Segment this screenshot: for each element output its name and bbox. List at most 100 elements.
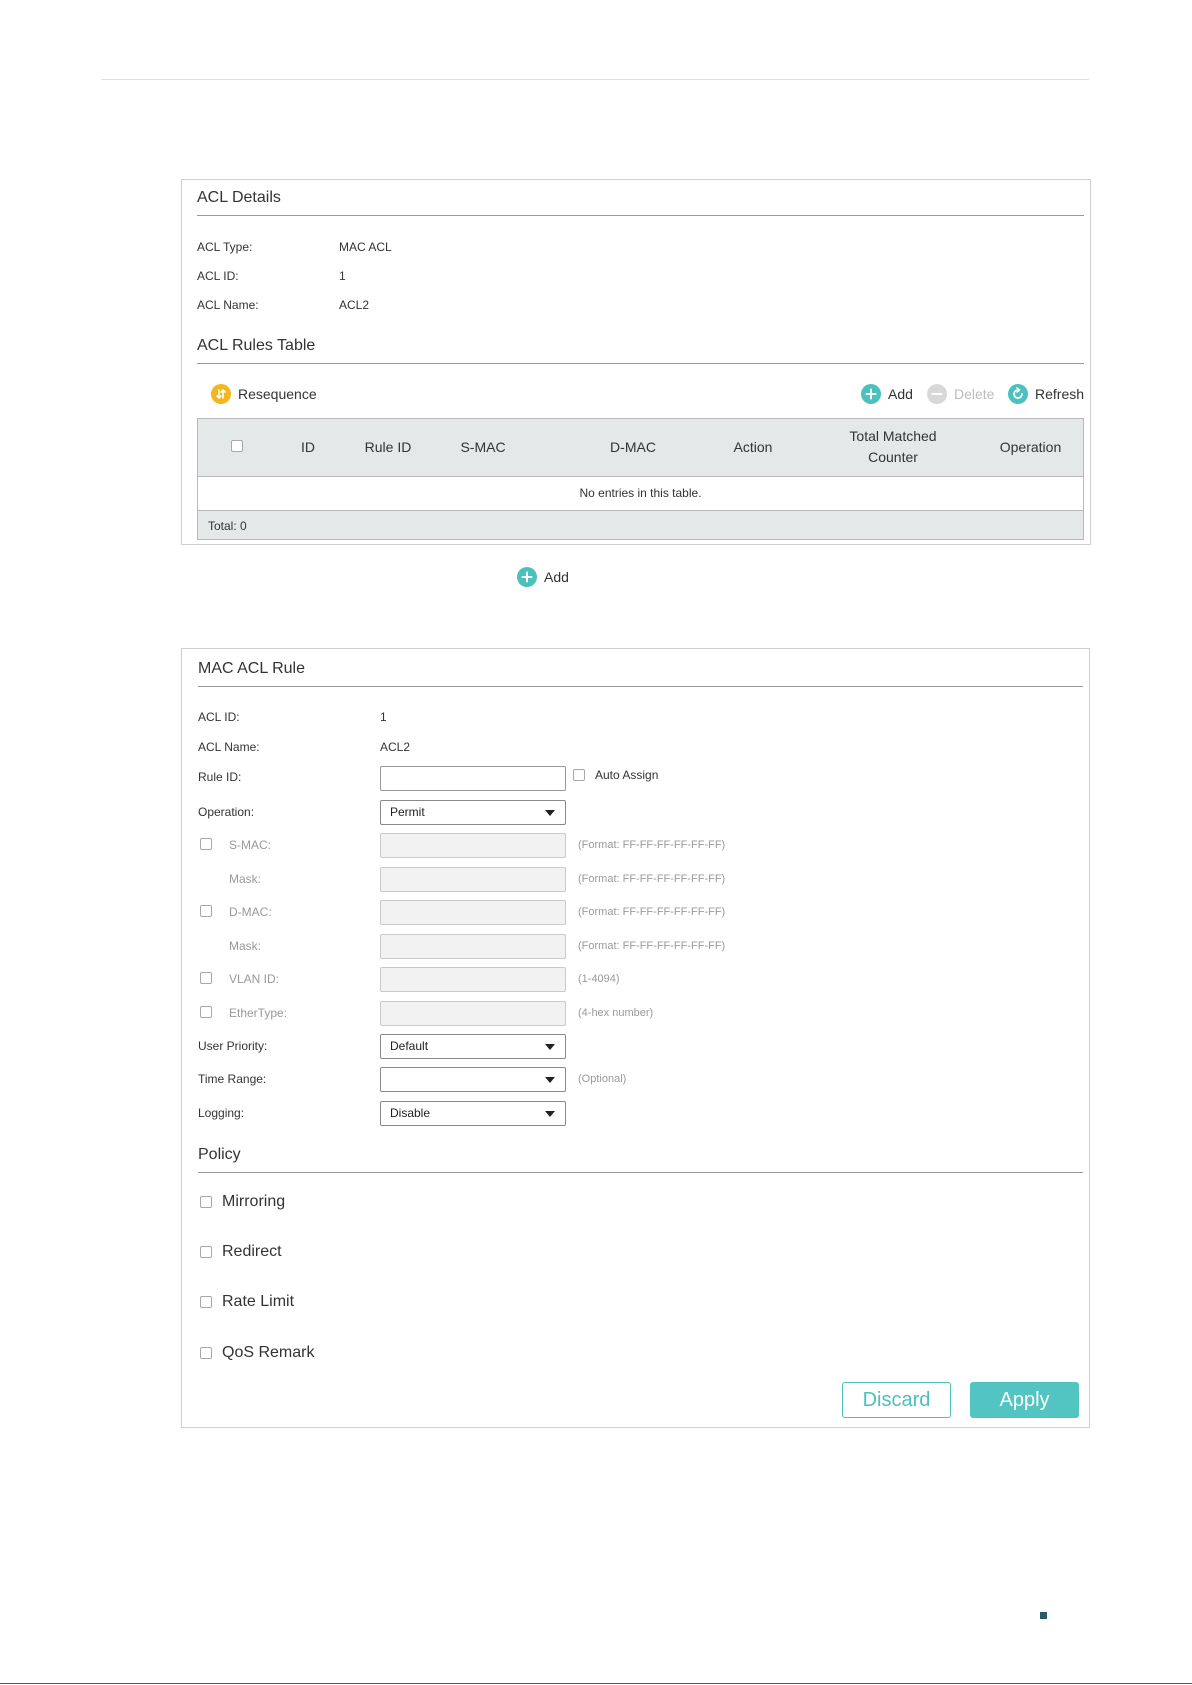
refresh-button[interactable]: Refresh bbox=[1008, 384, 1084, 404]
auto-assign-checkbox[interactable] bbox=[573, 769, 585, 781]
vlan-id-label: VLAN ID: bbox=[229, 972, 280, 986]
resequence-label: Resequence bbox=[238, 386, 317, 402]
mac-acl-rule-panel: MAC ACL Rule ACL ID: 1 ACL Name: ACL2 Ru… bbox=[181, 648, 1090, 1428]
auto-assign-label: Auto Assign bbox=[595, 768, 659, 782]
page-marker bbox=[1040, 1612, 1047, 1619]
user-priority-label: User Priority: bbox=[198, 1039, 268, 1053]
operation-label: Operation: bbox=[198, 805, 255, 819]
time-range-label: Time Range: bbox=[198, 1072, 267, 1086]
d-mac-mask-input[interactable] bbox=[380, 934, 566, 959]
qos-remark-label: QoS Remark bbox=[222, 1344, 315, 1361]
chevron-down-icon bbox=[545, 1077, 555, 1083]
vlan-id-hint: (1-4094) bbox=[578, 973, 620, 985]
policy-redirect[interactable]: Redirect bbox=[200, 1243, 282, 1261]
resequence-icon bbox=[211, 384, 231, 404]
policy-title: Policy bbox=[198, 1146, 241, 1163]
operation-selected: Permit bbox=[390, 805, 425, 819]
col-rule-id: Rule ID bbox=[364, 439, 412, 455]
time-range-select[interactable] bbox=[380, 1067, 566, 1092]
mirroring-checkbox[interactable] bbox=[200, 1196, 212, 1208]
d-mac-label: D-MAC: bbox=[229, 905, 272, 919]
acl-details-rule bbox=[197, 215, 1084, 216]
s-mac-hint: (Format: FF-FF-FF-FF-FF-FF) bbox=[578, 839, 726, 851]
acl-id-label: ACL ID: bbox=[197, 269, 239, 283]
user-priority-selected: Default bbox=[390, 1039, 429, 1053]
empty-row: No entries in this table. bbox=[197, 477, 1084, 510]
ethertype-input[interactable] bbox=[380, 1001, 566, 1026]
delete-rule-button[interactable]: Delete bbox=[927, 384, 994, 404]
select-all-checkbox[interactable] bbox=[231, 440, 243, 452]
vlan-id-checkbox[interactable] bbox=[200, 972, 212, 984]
col-d-mac: D-MAC bbox=[610, 439, 656, 455]
logging-select[interactable]: Disable bbox=[380, 1101, 566, 1126]
s-mac-mask-hint: (Format: FF-FF-FF-FF-FF-FF) bbox=[578, 873, 726, 885]
policy-rate-limit[interactable]: Rate Limit bbox=[200, 1293, 294, 1311]
policy-mirroring[interactable]: Mirroring bbox=[200, 1193, 285, 1211]
add-label: Add bbox=[888, 386, 913, 402]
acl-details-title: ACL Details bbox=[197, 189, 281, 206]
discard-button[interactable]: Discard bbox=[842, 1382, 951, 1418]
add-rule-link-label: Add bbox=[544, 569, 569, 585]
rate-limit-checkbox[interactable] bbox=[200, 1296, 212, 1308]
acl-type-label: ACL Type: bbox=[197, 240, 253, 254]
d-mac-mask-label: Mask: bbox=[229, 939, 262, 953]
rule-acl-name-value: ACL2 bbox=[380, 740, 411, 754]
s-mac-input[interactable] bbox=[380, 833, 566, 858]
col-action: Action bbox=[733, 439, 773, 455]
rule-id-input[interactable] bbox=[380, 766, 566, 791]
col-operation: Operation bbox=[999, 439, 1062, 455]
col-s-mac: S-MAC bbox=[460, 439, 506, 455]
ethertype-hint: (4-hex number) bbox=[578, 1007, 654, 1019]
vlan-id-input[interactable] bbox=[380, 967, 566, 992]
acl-type-value: MAC ACL bbox=[339, 240, 392, 254]
logging-selected: Disable bbox=[390, 1106, 431, 1120]
acl-name-value: ACL2 bbox=[339, 298, 370, 312]
rules-table-header: ID Rule ID S-MAC D-MAC Action Total Matc… bbox=[197, 418, 1084, 477]
s-mac-label: S-MAC: bbox=[229, 838, 271, 852]
operation-select[interactable]: Permit bbox=[380, 800, 566, 825]
rule-acl-name-label: ACL Name: bbox=[198, 740, 260, 754]
s-mac-mask-input[interactable] bbox=[380, 867, 566, 892]
table-footer: Total: 0 bbox=[197, 510, 1084, 540]
plus-icon bbox=[861, 384, 881, 404]
user-priority-select[interactable]: Default bbox=[380, 1034, 566, 1059]
rate-limit-label: Rate Limit bbox=[222, 1293, 295, 1310]
ethertype-checkbox[interactable] bbox=[200, 1006, 212, 1018]
apply-button[interactable]: Apply bbox=[970, 1382, 1079, 1418]
add-rule-link[interactable]: Add bbox=[517, 567, 569, 587]
add-rule-button[interactable]: Add bbox=[861, 384, 913, 404]
d-mac-checkbox[interactable] bbox=[200, 905, 212, 917]
mac-acl-rule-title: MAC ACL Rule bbox=[198, 660, 305, 677]
resequence-button[interactable]: Resequence bbox=[211, 384, 317, 404]
plus-icon bbox=[517, 567, 537, 587]
chevron-down-icon bbox=[545, 1044, 555, 1050]
minus-icon bbox=[927, 384, 947, 404]
ethertype-label: EtherType: bbox=[229, 1006, 288, 1020]
rule-acl-id-label: ACL ID: bbox=[198, 710, 240, 724]
acl-name-label: ACL Name: bbox=[197, 298, 259, 312]
refresh-icon bbox=[1008, 384, 1028, 404]
footer-rule bbox=[0, 1683, 1192, 1684]
mac-acl-rule-divider bbox=[198, 686, 1083, 687]
d-mac-hint: (Format: FF-FF-FF-FF-FF-FF) bbox=[578, 906, 726, 918]
acl-details-panel: ACL Details ACL Type: MAC ACL ACL ID: 1 … bbox=[181, 179, 1091, 545]
rule-id-label: Rule ID: bbox=[198, 770, 242, 784]
policy-divider bbox=[198, 1172, 1083, 1173]
s-mac-checkbox[interactable] bbox=[200, 838, 212, 850]
redirect-checkbox[interactable] bbox=[200, 1246, 212, 1258]
rule-acl-id-value: 1 bbox=[380, 710, 387, 724]
col-id: ID bbox=[301, 439, 315, 455]
s-mac-mask-label: Mask: bbox=[229, 872, 262, 886]
mirroring-label: Mirroring bbox=[222, 1193, 286, 1210]
d-mac-input[interactable] bbox=[380, 900, 566, 925]
logging-label: Logging: bbox=[198, 1106, 245, 1120]
acl-id-value: 1 bbox=[339, 269, 346, 283]
chevron-down-icon bbox=[545, 810, 555, 816]
delete-label: Delete bbox=[954, 386, 995, 402]
rules-table-title: ACL Rules Table bbox=[197, 337, 316, 354]
policy-qos-remark[interactable]: QoS Remark bbox=[200, 1344, 314, 1362]
qos-remark-checkbox[interactable] bbox=[200, 1347, 212, 1359]
header-rule bbox=[101, 79, 1089, 80]
chevron-down-icon bbox=[545, 1111, 555, 1117]
rules-table-rule bbox=[197, 363, 1084, 364]
